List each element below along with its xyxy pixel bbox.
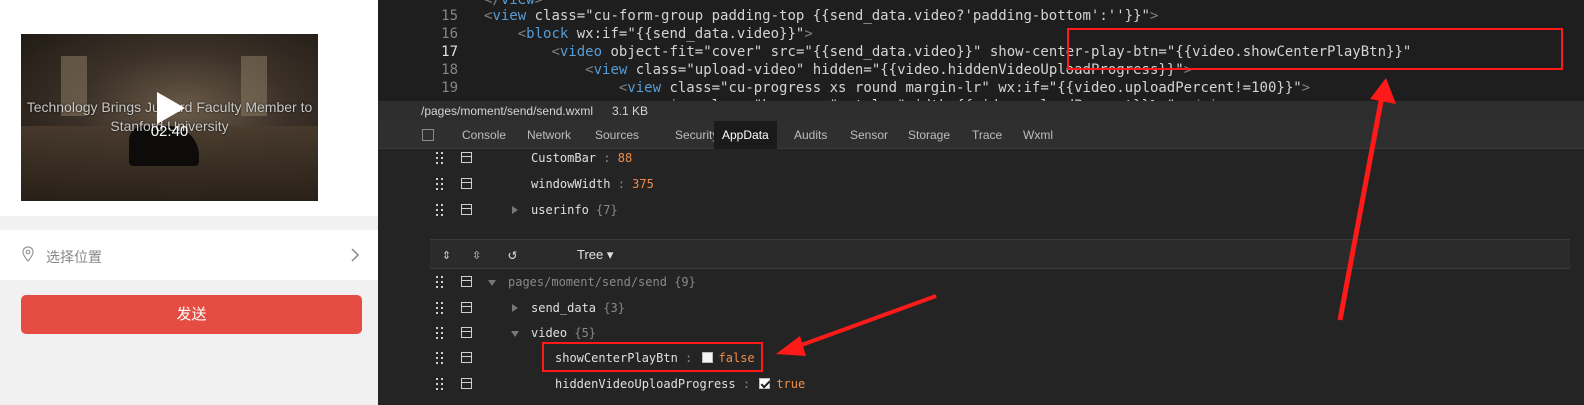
page-path: pages/moment/send/send (508, 275, 667, 289)
tree-mode-select[interactable]: Tree ▾ (577, 247, 613, 263)
drag-handle-icon[interactable] (436, 378, 444, 390)
data-row-windowwidth: windowWidth : 375 (378, 172, 1584, 196)
drag-handle-icon[interactable] (436, 152, 444, 164)
data-count: {3} (603, 301, 625, 315)
tab-trace[interactable]: Trace (964, 121, 1010, 149)
location-label: 选择位置 (46, 249, 102, 265)
collapse-all-icon[interactable]: ⇕ (442, 247, 451, 262)
code-text: <block wx:if="{{send_data.video}}"> (517, 26, 813, 42)
data-count: {9} (674, 275, 696, 289)
data-key: hiddenVideoUploadProgress (555, 377, 736, 391)
send-button[interactable]: 发送 (21, 295, 362, 334)
refresh-icon[interactable]: ↺ (508, 247, 517, 262)
play-icon[interactable] (157, 92, 185, 124)
collapse-arrow-icon[interactable] (511, 331, 519, 337)
line-number: 19 (441, 80, 458, 96)
line-number: 17 (441, 44, 458, 60)
node-icon (461, 378, 472, 389)
data-key: windowWidth (531, 177, 611, 191)
data-key: send_data (531, 301, 597, 315)
data-row-userinfo[interactable]: userinfo {7} (378, 198, 1584, 222)
file-size: 3.1 KB (612, 104, 649, 118)
node-icon (461, 327, 472, 338)
chevron-right-icon (351, 248, 360, 262)
data-count: {7} (596, 203, 618, 217)
drag-handle-icon[interactable] (436, 178, 444, 190)
node-icon (461, 152, 472, 163)
boolean-checkbox[interactable] (759, 378, 771, 389)
node-icon (461, 204, 472, 215)
node-icon (461, 276, 472, 287)
annotation-highlight-code (1067, 28, 1563, 70)
data-key: video (531, 326, 568, 340)
tree-row-send-data[interactable]: send_data {3} (378, 296, 1584, 320)
tree-mode-label: Tree (577, 247, 604, 262)
data-value[interactable]: 375 (632, 177, 654, 191)
tab-storage[interactable]: Storage (900, 121, 958, 149)
annotation-highlight-data (542, 342, 763, 372)
file-path: /pages/moment/send/send.wxml (421, 104, 594, 118)
line-number: 16 (441, 26, 458, 42)
drag-handle-icon[interactable] (436, 276, 444, 288)
tree-row-hiddenvideouploadprogress: hiddenVideoUploadProgress : true (378, 372, 1584, 396)
video-duration: 02:40 (150, 123, 189, 140)
tree-toolbar: ⇕ ⇳ ↺ Tree ▾ (430, 239, 1570, 269)
choose-location-row[interactable]: 选择位置 (0, 230, 378, 280)
drag-handle-icon[interactable] (436, 352, 444, 364)
line-number: 15 (441, 8, 458, 24)
tree-row-page[interactable]: pages/moment/send/send {9} (378, 270, 1584, 294)
code-text: <view class="cu-progress xs round margin… (618, 80, 1311, 96)
phone-simulator: Technology Brings Juilliard Faculty Memb… (0, 0, 378, 405)
tab-audits[interactable]: Audits (786, 121, 835, 149)
line-number: 18 (441, 62, 458, 78)
expand-arrow-icon[interactable] (512, 304, 518, 312)
data-row-custombar: CustomBar : 88 (378, 146, 1584, 170)
inspect-element-icon[interactable] (422, 129, 434, 141)
expand-arrow-icon[interactable] (512, 206, 518, 214)
tab-appdata[interactable]: AppData (714, 121, 777, 149)
data-value[interactable]: 88 (618, 151, 632, 165)
node-icon (461, 302, 472, 313)
location-pin-icon (22, 246, 34, 262)
devtools-tabbar: Console Network Sources Security AppData Audi… (378, 121, 1584, 149)
drag-handle-icon[interactable] (436, 302, 444, 314)
code-text: <view class="cu-form-group padding-top {… (484, 8, 1159, 24)
node-icon (461, 178, 472, 189)
tab-network[interactable]: Network (519, 121, 579, 149)
drag-handle-icon[interactable] (436, 204, 444, 216)
video-player[interactable]: Technology Brings Juilliard Faculty Memb… (21, 34, 318, 201)
node-icon (461, 352, 472, 363)
tab-sensor[interactable]: Sensor (842, 121, 896, 149)
drag-handle-icon[interactable] (436, 327, 444, 339)
collapse-arrow-icon[interactable] (488, 280, 496, 286)
video-card: Technology Brings Juilliard Faculty Memb… (0, 0, 378, 216)
tab-wxml[interactable]: Wxml (1015, 121, 1061, 149)
data-key: userinfo (531, 203, 589, 217)
data-count: {5} (574, 326, 597, 340)
data-value: true (776, 377, 806, 391)
tab-sources[interactable]: Sources (587, 121, 647, 149)
data-key: CustomBar (531, 151, 597, 165)
tab-console[interactable]: Console (454, 121, 514, 149)
file-status-bar: /pages/moment/send/send.wxml 3.1 KB (378, 101, 1584, 121)
expand-all-icon[interactable]: ⇳ (472, 247, 481, 262)
